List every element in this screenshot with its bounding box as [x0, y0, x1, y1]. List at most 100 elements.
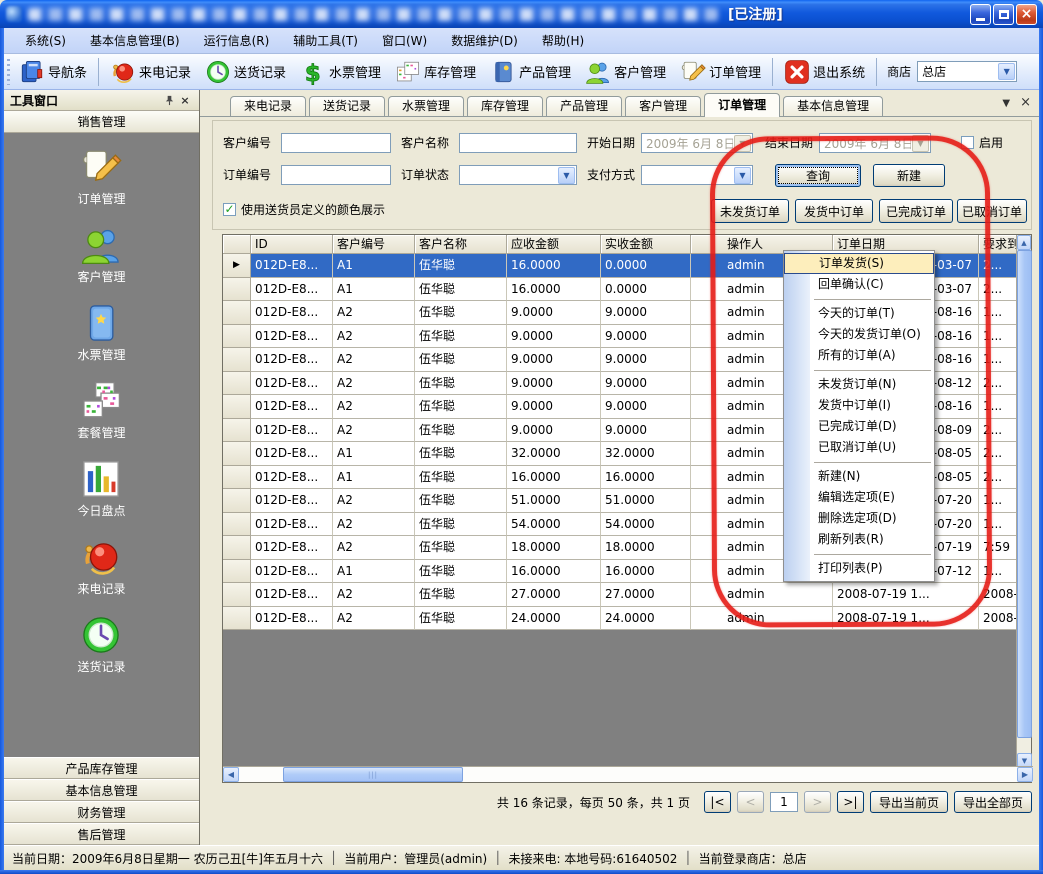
- next-page-button[interactable]: >: [804, 791, 831, 813]
- vertical-scroll-thumb[interactable]: [1017, 250, 1032, 738]
- row-selector-cell[interactable]: [223, 466, 251, 490]
- toolbar-button[interactable]: $水票管理: [293, 55, 388, 89]
- row-selector-cell[interactable]: [223, 301, 251, 325]
- last-page-button[interactable]: >|: [837, 791, 864, 813]
- pushpin-icon[interactable]: [161, 93, 177, 108]
- menubar-item[interactable]: 帮助(H): [531, 29, 595, 52]
- row-selector-cell[interactable]: [223, 372, 251, 396]
- scroll-up-icon[interactable]: ▲: [1017, 235, 1031, 250]
- sidebar-item[interactable]: 来电记录: [77, 536, 125, 597]
- tab-item[interactable]: 库存管理: [467, 96, 543, 116]
- menubar-item[interactable]: 辅助工具(T): [282, 29, 369, 52]
- row-selector-cell[interactable]: [223, 419, 251, 443]
- sidebar-item[interactable]: 今日盘点: [77, 458, 125, 519]
- table-row[interactable]: 012D-E8...A2伍华聪24.000024.0000admin2008-0…: [223, 607, 1018, 631]
- menubar-item[interactable]: 运行信息(R): [193, 29, 281, 52]
- sidebar-item[interactable]: 送货记录: [77, 614, 125, 675]
- row-selector-cell[interactable]: [223, 395, 251, 419]
- context-menu-item[interactable]: 回单确认(C): [784, 274, 934, 295]
- context-menu-item[interactable]: 今天的订单(T): [784, 303, 934, 324]
- close-sidebar-icon[interactable]: ×: [177, 93, 193, 108]
- order-status-filter-button[interactable]: 已完成订单: [879, 199, 953, 223]
- order-status-filter-button[interactable]: 已取消订单: [957, 199, 1027, 223]
- tab-item[interactable]: 产品管理: [546, 96, 622, 116]
- toolbar-button[interactable]: 送货记录: [198, 55, 293, 89]
- enable-checkbox[interactable]: [961, 136, 974, 149]
- row-selector-cell[interactable]: [223, 489, 251, 513]
- horizontal-scroll-thumb[interactable]: |||: [283, 767, 463, 782]
- end-date-picker[interactable]: 2009年 6月 8日 ▼: [819, 133, 931, 153]
- row-selector-cell[interactable]: [223, 442, 251, 466]
- vertical-scrollbar[interactable]: ▲ ▼: [1016, 235, 1031, 768]
- sidebar-item[interactable]: 套餐管理: [77, 380, 125, 441]
- context-menu-item[interactable]: 订单发货(S): [784, 253, 934, 274]
- row-selector-cell[interactable]: [223, 348, 251, 372]
- new-button[interactable]: 新建: [873, 164, 945, 187]
- context-menu-item[interactable]: 编辑选定项(E): [784, 487, 934, 508]
- context-menu-item[interactable]: 新建(N): [784, 466, 934, 487]
- row-selector-cell[interactable]: [223, 583, 251, 607]
- context-menu-item[interactable]: 已取消订单(U): [784, 437, 934, 458]
- tab-item[interactable]: 送货记录: [309, 96, 385, 116]
- sidebar-item[interactable]: 水票管理: [77, 302, 125, 363]
- sidebar-section-sales[interactable]: 销售管理: [4, 111, 199, 133]
- row-selector-cell[interactable]: [223, 536, 251, 560]
- tab-item[interactable]: 基本信息管理: [783, 96, 883, 116]
- row-selector-cell[interactable]: [223, 607, 251, 631]
- query-button[interactable]: 查询: [775, 164, 861, 187]
- row-selector-cell[interactable]: [223, 560, 251, 584]
- order-status-filter-button[interactable]: 未发货订单: [711, 199, 789, 223]
- row-selector-cell[interactable]: [223, 278, 251, 302]
- customer-name-input[interactable]: [459, 133, 577, 153]
- close-button[interactable]: ×: [1016, 4, 1037, 25]
- row-selector-cell[interactable]: [223, 325, 251, 349]
- tab-scroll-down-icon[interactable]: ▼: [1002, 98, 1010, 109]
- customer-no-input[interactable]: [281, 133, 391, 153]
- order-status-combobox[interactable]: ▼: [459, 165, 577, 185]
- color-checkbox-row[interactable]: ✓ 使用送货员定义的颜色展示: [223, 201, 385, 218]
- page-number-input[interactable]: [770, 792, 798, 812]
- grid-header-cell[interactable]: 客户名称: [415, 235, 507, 254]
- export-current-page-button[interactable]: 导出当前页: [870, 791, 948, 813]
- tab-item[interactable]: 来电记录: [230, 96, 306, 116]
- sidebar-item[interactable]: 订单管理: [77, 146, 125, 207]
- toolbar-button[interactable]: 产品管理: [483, 55, 578, 89]
- chevron-down-icon[interactable]: ▼: [998, 63, 1015, 80]
- order-no-input[interactable]: [281, 165, 391, 185]
- toolbar-button[interactable]: 来电记录: [103, 55, 198, 89]
- chevron-down-icon[interactable]: ▼: [734, 167, 751, 184]
- prev-page-button[interactable]: <: [737, 791, 764, 813]
- chevron-down-icon[interactable]: ▼: [558, 167, 575, 184]
- tab-item[interactable]: 订单管理: [704, 93, 780, 117]
- menubar-item[interactable]: 系统(S): [14, 29, 77, 52]
- toolbar-button[interactable]: 订单管理: [673, 55, 768, 89]
- start-date-picker[interactable]: 2009年 6月 8日 ▼: [641, 133, 753, 153]
- sidebar-section-button[interactable]: 产品库存管理: [4, 757, 199, 779]
- payment-combobox[interactable]: ▼: [641, 165, 753, 185]
- enable-checkbox-row[interactable]: 启用: [961, 134, 1003, 151]
- sidebar-section-button[interactable]: 售后管理: [4, 823, 199, 845]
- context-menu-item[interactable]: 已完成订单(D): [784, 416, 934, 437]
- context-menu-item[interactable]: 今天的发货订单(O): [784, 324, 934, 345]
- color-checkbox[interactable]: ✓: [223, 203, 236, 216]
- toolbar-button[interactable]: 库存管理: [388, 55, 483, 89]
- context-menu-item[interactable]: 所有的订单(A): [784, 345, 934, 366]
- table-row[interactable]: 012D-E8...A2伍华聪27.000027.0000admin2008-0…: [223, 583, 1018, 607]
- context-menu-item[interactable]: 删除选定项(D): [784, 508, 934, 529]
- grid-header-cell[interactable]: 客户编号: [333, 235, 415, 254]
- menubar-item[interactable]: 数据维护(D): [440, 29, 529, 52]
- toolbar-grip[interactable]: [7, 59, 10, 85]
- menubar-item[interactable]: 窗口(W): [371, 29, 438, 52]
- minimize-button[interactable]: [970, 4, 991, 25]
- toolbar-button[interactable]: 退出系统: [777, 55, 872, 89]
- scroll-left-icon[interactable]: ◀: [223, 767, 239, 782]
- tab-item[interactable]: 客户管理: [625, 96, 701, 116]
- sidebar-section-button[interactable]: 基本信息管理: [4, 779, 199, 801]
- first-page-button[interactable]: |<: [704, 791, 731, 813]
- menubar-item[interactable]: 基本信息管理(B): [79, 29, 191, 52]
- grid-header-cell[interactable]: 应收金额: [507, 235, 601, 254]
- grid-header-cell[interactable]: ID: [251, 235, 333, 254]
- grid-header-cell[interactable]: 实收金额: [601, 235, 691, 254]
- tab-close-icon[interactable]: ×: [1020, 98, 1031, 109]
- grid-header-cell[interactable]: 要求到货日期: [979, 235, 1018, 254]
